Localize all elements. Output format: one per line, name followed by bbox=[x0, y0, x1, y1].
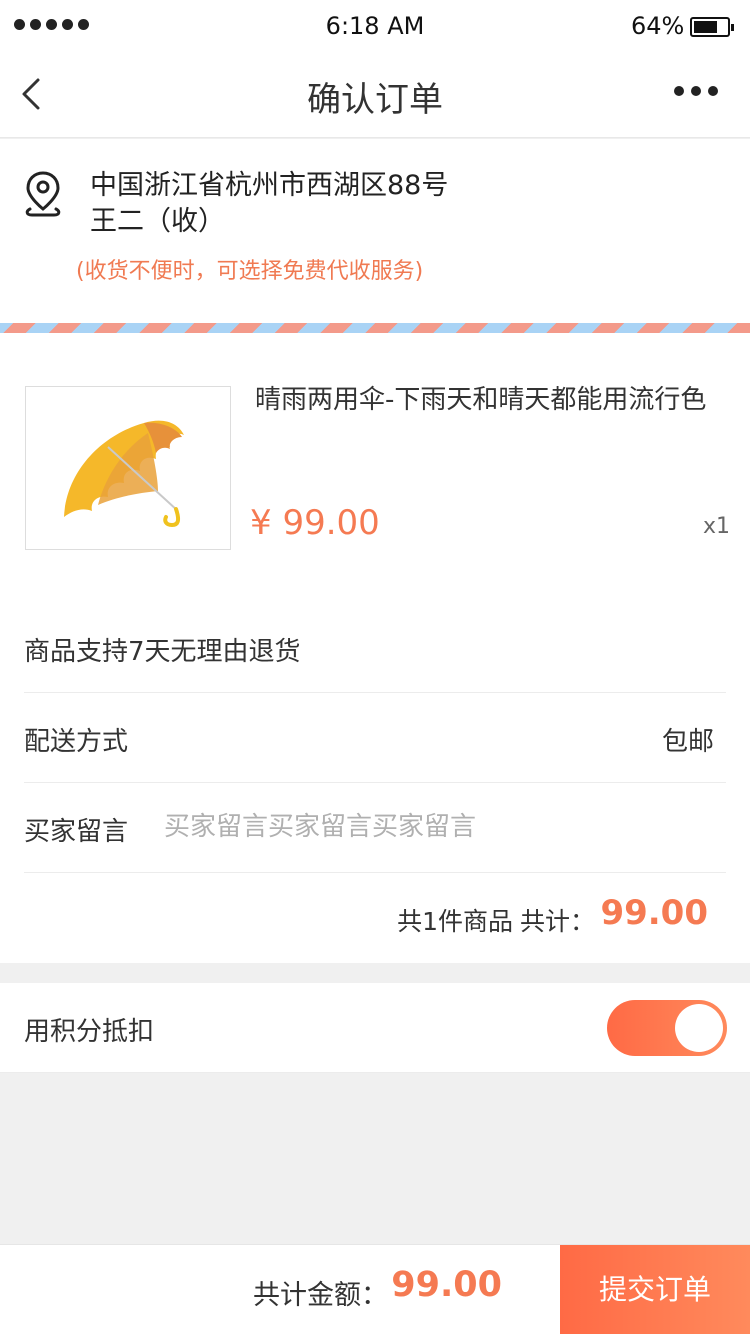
page-title: 确认订单 bbox=[307, 80, 443, 120]
total-amount-label: 共计金额： bbox=[253, 1280, 388, 1311]
points-deduction-label: 用积分抵扣 bbox=[24, 1017, 155, 1047]
delivery-note: (收货不便时，可选择免费代收服务) bbox=[76, 259, 424, 284]
battery-icon bbox=[690, 17, 734, 37]
recipient-name: 王二（收） bbox=[90, 206, 225, 237]
address-line: 中国浙江省杭州市西湖区88号 bbox=[90, 170, 449, 201]
umbrella-image bbox=[64, 420, 184, 528]
submit-order-button[interactable]: 提交订单 bbox=[560, 1245, 750, 1334]
envelope-stripe-divider bbox=[0, 323, 750, 333]
order-content: 晴雨两用伞-下雨天和晴天都能用流行色 ¥ 99.00 x1 商品支持7天无理由退… bbox=[0, 333, 750, 963]
more-button[interactable] bbox=[674, 86, 718, 96]
points-deduction-row: 用积分抵扣 bbox=[0, 983, 750, 1073]
total-amount: 99.00 bbox=[391, 1265, 502, 1305]
buyer-message-row: 买家留言 bbox=[24, 783, 726, 873]
subtotal-amount: 99.00 bbox=[600, 893, 708, 933]
delivery-method-row[interactable]: 配送方式 包邮 bbox=[24, 693, 726, 783]
location-pin-icon bbox=[25, 171, 61, 217]
buyer-message-label: 买家留言 bbox=[24, 817, 129, 847]
bottom-bar: 共计金额： 99.00 提交订单 bbox=[0, 1244, 750, 1334]
product-price: ¥ 99.00 bbox=[250, 503, 380, 543]
product-name: 晴雨两用伞-下雨天和晴天都能用流行色 bbox=[255, 385, 707, 415]
subtotal-label: 共计： bbox=[519, 907, 595, 936]
toggle-knob bbox=[675, 1004, 723, 1052]
status-bar: 6:18 AM 64% bbox=[0, 0, 750, 52]
points-toggle[interactable] bbox=[607, 1000, 727, 1056]
item-count: 共1件商品 bbox=[397, 907, 513, 936]
product-quantity: x1 bbox=[703, 514, 731, 539]
nav-bar: 确认订单 bbox=[0, 52, 750, 138]
address-card[interactable]: 中国浙江省杭州市西湖区88号 王二（收） (收货不便时，可选择免费代收服务) bbox=[0, 139, 750, 323]
delivery-method-value: 包邮 bbox=[661, 727, 714, 757]
return-policy-row: 商品支持7天无理由退货 bbox=[24, 603, 726, 693]
buyer-message-input[interactable] bbox=[164, 805, 684, 849]
return-policy-text: 商品支持7天无理由退货 bbox=[24, 637, 301, 667]
product-image[interactable] bbox=[25, 386, 231, 550]
delivery-method-label: 配送方式 bbox=[24, 727, 129, 757]
more-horizontal-icon bbox=[674, 86, 684, 96]
battery-percent: 64% bbox=[631, 12, 685, 40]
